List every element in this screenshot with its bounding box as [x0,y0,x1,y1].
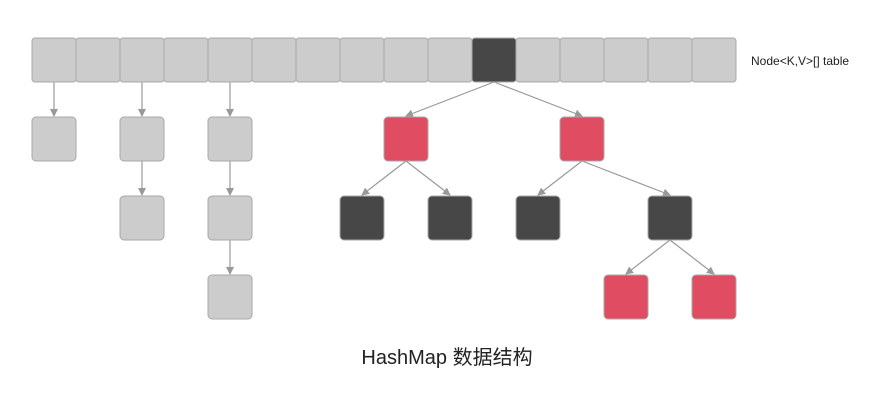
table-bucket [251,37,297,83]
tree-edge [405,160,451,196]
tree-edge [581,160,671,197]
tree-node-red [559,116,605,162]
table-bucket [163,37,209,83]
diagram-caption: HashMap 数据结构 [361,346,532,369]
table-bucket [75,37,121,83]
tree-edge [493,81,583,118]
table-bucket [427,37,473,83]
tree-node-black [427,195,473,241]
table-label: Node<K,V>[] table [751,54,849,68]
list-node [207,195,253,241]
table-bucket [603,37,649,83]
list-node [207,274,253,320]
tree-edge [361,160,407,196]
tree-edge [625,239,671,275]
table-bucket [119,37,165,83]
hashmap-diagram: Node<K,V>[] table HashMap 数据结构 [31,37,849,369]
table-bucket-tree [471,37,517,83]
tree-edge [669,239,715,275]
table-bucket [559,37,605,83]
table-bucket [295,37,341,83]
table-bucket [515,37,561,83]
edges-layer [50,81,715,275]
list-node [119,195,165,241]
tree-node-black [647,195,693,241]
table-bucket [339,37,385,83]
table-bucket [691,37,737,83]
tree-node-red [603,274,649,320]
table-bucket [647,37,693,83]
table-bucket [383,37,429,83]
tree-node-red [383,116,429,162]
tree-node-red [691,274,737,320]
tree-node-black [339,195,385,241]
table-bucket [31,37,77,83]
list-node [207,116,253,162]
tree-edge [405,81,495,118]
tree-edge [537,160,583,196]
list-node [119,116,165,162]
tree-node-black [515,195,561,241]
list-node [31,116,77,162]
table-bucket [207,37,253,83]
